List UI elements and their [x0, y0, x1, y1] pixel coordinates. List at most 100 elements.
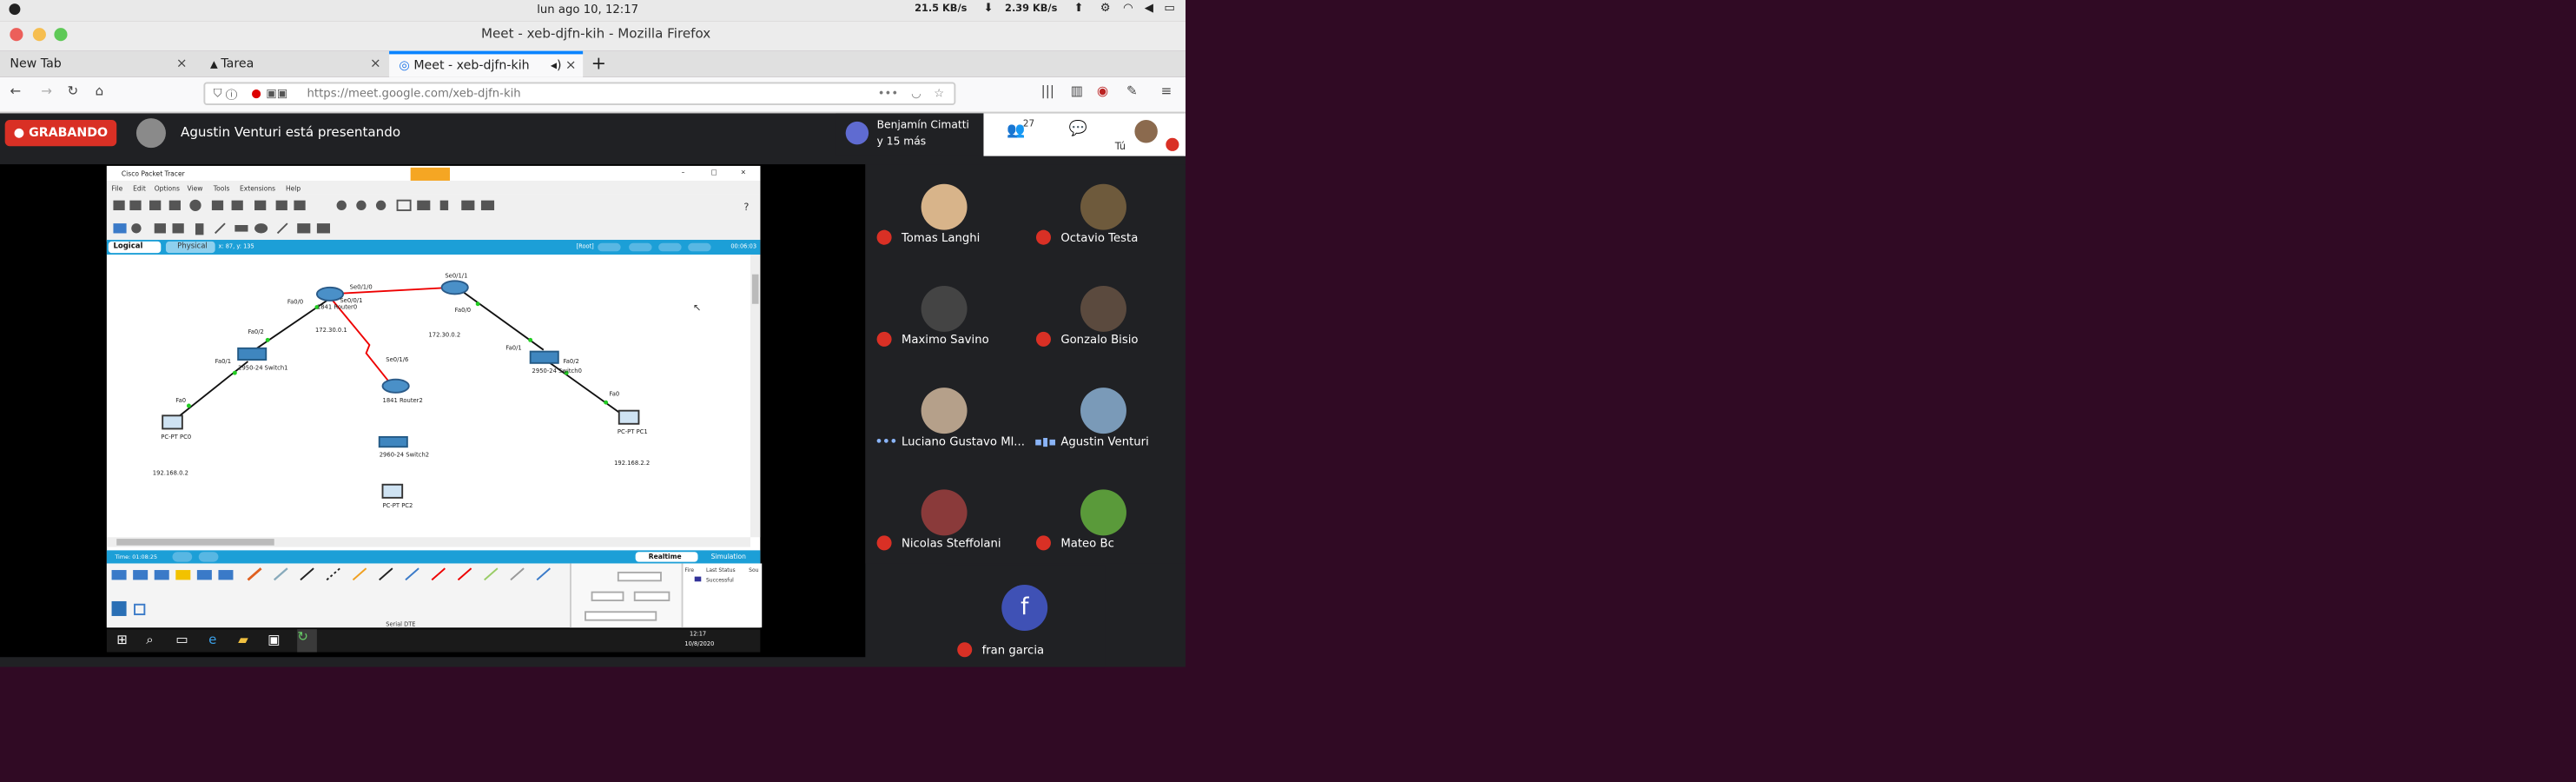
- nav-button[interactable]: [688, 242, 711, 252]
- muted-mic-icon: [1035, 229, 1051, 245]
- participant-tile[interactable]: ••• Luciano Gustavo Ml...: [865, 368, 1025, 469]
- participant-tile[interactable]: Gonzalo Bisio: [1025, 266, 1184, 368]
- close-icon[interactable]: ×: [176, 51, 188, 77]
- forward-button[interactable]: →: [41, 83, 52, 98]
- page-actions-icon[interactable]: •••: [878, 83, 898, 103]
- logical-tab[interactable]: Logical: [108, 241, 162, 254]
- apple-icon[interactable]: ●: [8, 2, 21, 18]
- microphone-icon[interactable]: ●: [251, 83, 261, 103]
- menu-extensions[interactable]: Extensions: [240, 184, 275, 192]
- self-avatar[interactable]: [1134, 120, 1158, 143]
- reload-button[interactable]: ↻: [68, 83, 79, 98]
- packet-tracer-window: Cisco Packet Tracer – □ × File Edit Opti…: [106, 165, 763, 628]
- home-button[interactable]: ⌂: [96, 83, 104, 98]
- packet-tracer-taskbar-icon[interactable]: ↻: [297, 629, 317, 653]
- simulation-tab[interactable]: Simulation: [698, 552, 761, 561]
- device-type-icons[interactable]: [107, 563, 566, 627]
- other-participants-summary[interactable]: Benjamín Cimatti y 15 más: [836, 113, 984, 156]
- participant-tile[interactable]: Tomas Langhi: [865, 164, 1024, 266]
- participant-tile[interactable]: Nicolas Steffolani: [865, 470, 1024, 572]
- folder-icon[interactable]: ▰: [238, 633, 248, 647]
- participant-tile[interactable]: ▪▮▪ Agustin Venturi: [1025, 368, 1184, 469]
- forward-control[interactable]: [198, 552, 219, 562]
- maximize-icon[interactable]: □: [711, 168, 717, 176]
- avatar: [921, 489, 968, 536]
- system-clock[interactable]: lun ago 10, 12:17: [537, 3, 638, 17]
- store-icon[interactable]: ▣: [268, 633, 280, 647]
- extension-icon[interactable]: ◉: [1097, 83, 1108, 98]
- nav-button[interactable]: [598, 242, 621, 252]
- menu-options[interactable]: Options: [155, 184, 180, 192]
- task-view-icon[interactable]: ▭: [175, 633, 188, 647]
- router0-label: 1841 Router0: [317, 303, 357, 310]
- nav-button[interactable]: [629, 242, 652, 252]
- menu-help[interactable]: Help: [286, 184, 301, 192]
- sidebar-icon[interactable]: ▥: [1071, 83, 1083, 98]
- participant-tile[interactable]: Maximo Savino: [865, 266, 1024, 368]
- back-button[interactable]: ←: [10, 83, 21, 98]
- pc0-label: PC-PT PC0: [161, 434, 191, 441]
- fa02-label: Fa0/2: [248, 328, 263, 335]
- window-title: Meet - xeb-djfn-kih - Mozilla Firefox: [480, 26, 711, 42]
- pdu-status: Successful: [705, 576, 734, 584]
- realtime-tab[interactable]: Realtime: [635, 552, 698, 562]
- chat-icon[interactable]: 💬: [1069, 122, 1087, 138]
- wifi-icon[interactable]: ◠: [1123, 2, 1133, 15]
- participant-tile[interactable]: Mateo Bc: [1025, 470, 1184, 572]
- menu-view[interactable]: View: [188, 184, 203, 192]
- close-icon[interactable]: ×: [370, 51, 381, 77]
- router2-icon: [381, 378, 410, 394]
- switch1-label: 2950-24 Switch1: [238, 364, 287, 371]
- edge-icon[interactable]: e: [208, 633, 216, 647]
- router1-ip: 172.30.0.2: [428, 332, 460, 339]
- play-control[interactable]: [172, 552, 193, 562]
- close-icon[interactable]: ×: [741, 168, 746, 176]
- scenario-panel: Scenario 0 New Delete Toggle PDU List Wi…: [570, 563, 684, 628]
- menu-file[interactable]: File: [112, 184, 123, 192]
- extension-icon[interactable]: ✎: [1126, 83, 1138, 98]
- physical-tab[interactable]: Physical: [165, 241, 215, 254]
- participant-tile[interactable]: Octavio Testa: [1025, 164, 1184, 266]
- windows-start-icon[interactable]: ⊞: [116, 633, 128, 647]
- bookmark-star-icon[interactable]: ☆: [934, 83, 944, 103]
- volume-icon[interactable]: ◀: [1145, 2, 1153, 15]
- nav-button[interactable]: [658, 242, 682, 252]
- scenario-select[interactable]: Scenario 0: [617, 571, 662, 582]
- new-button[interactable]: New: [591, 591, 624, 601]
- shield-icon[interactable]: ⛉ ⓘ: [214, 83, 238, 103]
- settings-icon[interactable]: ⚙: [1100, 2, 1111, 15]
- root-label[interactable]: [Root]: [577, 243, 594, 250]
- url-bar[interactable]: ⛉ ⓘ ● ▣▣ https://meet.google.com/xeb-djf…: [203, 82, 956, 105]
- toggle-pdu-button[interactable]: Toggle PDU List Window: [585, 611, 657, 621]
- search-icon[interactable]: ⌕: [146, 633, 153, 649]
- avatar: [921, 388, 968, 434]
- muted-mic-icon: [957, 642, 973, 658]
- menu-tools[interactable]: Tools: [214, 184, 230, 192]
- maximize-window-button[interactable]: [54, 28, 68, 42]
- menu-icon[interactable]: ≡: [1161, 83, 1172, 98]
- participant-name: Gonzalo Bisio: [1060, 333, 1139, 347]
- speaker-icon[interactable]: ◂): [551, 54, 562, 76]
- source-header: Sou: [749, 567, 759, 573]
- menu-edit[interactable]: Edit: [133, 184, 146, 192]
- toolbar-icons[interactable]: ?: [107, 194, 760, 240]
- minimize-icon[interactable]: –: [682, 168, 685, 176]
- participant-tile[interactable]: f fran garcia: [945, 565, 1106, 667]
- minimize-window-button[interactable]: [32, 28, 46, 42]
- close-icon[interactable]: ×: [565, 54, 577, 76]
- delete-button[interactable]: Delete: [633, 591, 670, 601]
- switch2-label: 2960-24 Switch2: [380, 452, 429, 459]
- tab-meet[interactable]: ◎ Meet - xeb-djfn-kih ◂) ×: [389, 50, 584, 77]
- tab-tarea[interactable]: ▲ Tarea ×: [201, 51, 388, 77]
- pocket-icon[interactable]: ◡: [911, 83, 921, 103]
- new-tab-button[interactable]: +: [591, 51, 606, 77]
- library-icon[interactable]: |||: [1041, 83, 1054, 98]
- topology-canvas[interactable]: 1841 Router0 172.30.0.1 172.30.0.2 1841 …: [106, 255, 761, 550]
- battery-icon[interactable]: ▭: [1164, 2, 1175, 15]
- fa01-label: Fa0/1: [215, 358, 231, 365]
- tab-new-tab[interactable]: New Tab ×: [0, 51, 194, 77]
- close-window-button[interactable]: [10, 28, 23, 42]
- windows-taskbar: ⊞ ⌕ ▭ e ▰ ▣ ↻ 12:17 10/8/2020: [106, 629, 761, 653]
- url-text[interactable]: https://meet.google.com/xeb-djfn-kih: [307, 87, 521, 100]
- permissions-icon[interactable]: ▣▣: [266, 83, 287, 103]
